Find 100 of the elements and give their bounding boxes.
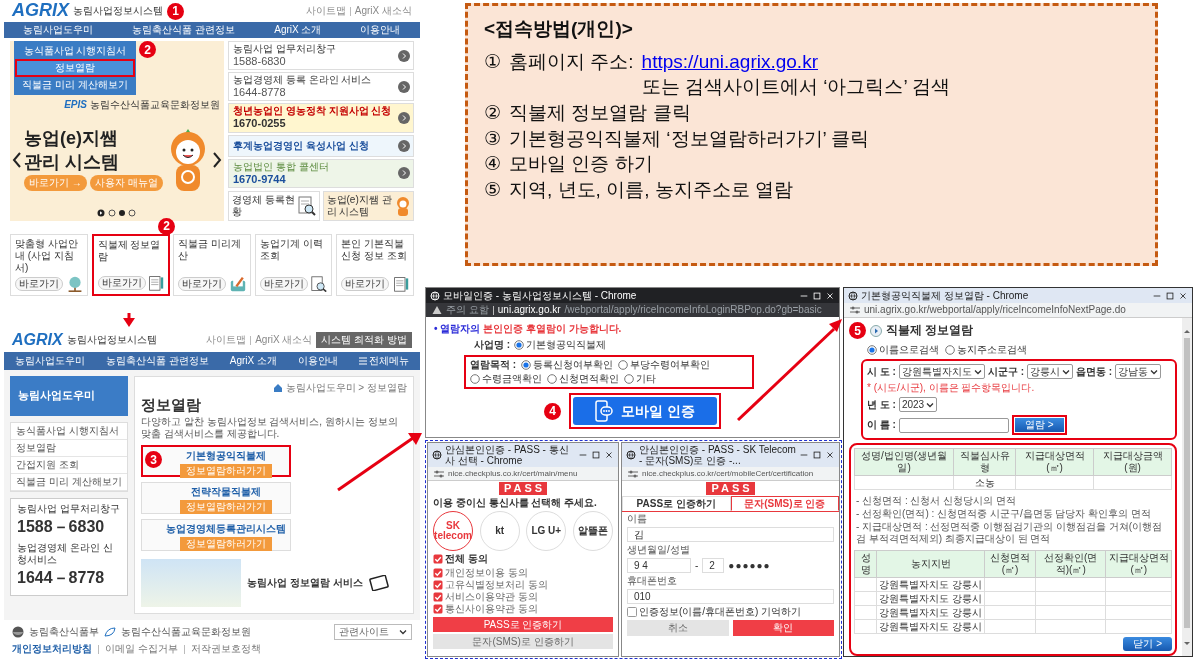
radio-button[interactable] bbox=[867, 345, 877, 355]
checkbox[interactable] bbox=[433, 580, 443, 591]
quick-card[interactable]: 맞춤형 사업안내 (사업 지침서) 바로가기 bbox=[10, 233, 88, 296]
nav-item[interactable]: 이용안내 bbox=[360, 24, 401, 36]
chevron-circle-icon bbox=[398, 111, 410, 124]
auth-button[interactable]: 문자(SMS)로 인증하기 bbox=[433, 634, 613, 650]
nav-item[interactable]: 농림축산식품 관련정보 bbox=[105, 355, 209, 367]
nav-item[interactable]: AgriX 소개 bbox=[274, 24, 322, 36]
radio-button[interactable] bbox=[624, 374, 634, 384]
checkbox[interactable] bbox=[433, 592, 443, 603]
top-link[interactable]: 사이트맵 bbox=[305, 5, 346, 17]
side-menu-item[interactable]: 간접지원 조회 bbox=[11, 457, 127, 474]
side-link[interactable]: 후계농업경영인 육성사업 신청 bbox=[228, 134, 414, 157]
name-field[interactable] bbox=[898, 417, 1009, 433]
shortcut-tile[interactable]: 농업(e)지쌤 관리 시스템 bbox=[322, 190, 414, 221]
close-button[interactable]: 닫기 > bbox=[1123, 637, 1172, 651]
nav-item[interactable]: 농림사업도우미 bbox=[14, 355, 85, 367]
name-field[interactable]: 김 bbox=[627, 527, 834, 543]
phone-field[interactable]: 010 bbox=[627, 589, 834, 605]
number-badge: 5 bbox=[849, 322, 866, 339]
related-sites-select[interactable]: 관련사이트 bbox=[334, 624, 412, 640]
auth-button[interactable]: 취소 bbox=[627, 620, 729, 637]
quick-card[interactable]: 본인 기본직불 신청 정보 조회 바로가기 bbox=[336, 233, 414, 296]
step-text: 기본형공익직불제 ‘정보열람하러가기’ 클릭 bbox=[509, 126, 870, 151]
radio-button[interactable] bbox=[618, 360, 629, 370]
tree-icon bbox=[66, 275, 83, 292]
url-link[interactable]: https://uni.agrix.go.kr bbox=[641, 48, 951, 75]
side-link[interactable]: 농림사업 업무처리창구 1588-6830 bbox=[228, 41, 414, 71]
shortcut-button[interactable]: 바로가기 bbox=[97, 275, 146, 290]
checkbox[interactable] bbox=[433, 604, 443, 615]
side-link[interactable]: 농업법인 통합 콜센터 1670-9744 bbox=[228, 158, 414, 188]
top-link[interactable]: AgriX 새소식 bbox=[255, 334, 313, 346]
side-menu-item[interactable]: 정보열람 bbox=[11, 440, 127, 457]
step-number: ② bbox=[484, 101, 502, 126]
view-button[interactable]: 열람 > bbox=[1014, 418, 1064, 432]
nav-item[interactable]: 이용안내 bbox=[298, 355, 339, 367]
shortcut-button[interactable]: 바로가기 bbox=[178, 276, 227, 291]
quick-card[interactable]: 직불제 정보열람 바로가기 bbox=[91, 233, 170, 296]
side-menu-item[interactable]: 농식품사업 시행지침서 bbox=[11, 423, 127, 440]
shortcut-tile[interactable]: 경영체 등록현황 bbox=[228, 190, 320, 221]
maximize-icon[interactable] bbox=[1165, 290, 1175, 301]
menu-item[interactable]: 직불금 미리 계산해보기 bbox=[16, 77, 134, 93]
checkbox[interactable] bbox=[433, 568, 443, 579]
option-label: 인증정보(이름/휴대폰번호) 기억하기 bbox=[639, 606, 802, 619]
quick-card[interactable]: 농업기계 이력 조회 바로가기 bbox=[254, 233, 333, 296]
radio-button[interactable] bbox=[470, 374, 480, 384]
quick-card[interactable]: 직불금 미리계산 바로가기 bbox=[173, 233, 251, 296]
select-field[interactable]: 강남동 bbox=[1115, 364, 1162, 379]
auth-button[interactable]: 확인 bbox=[732, 620, 834, 637]
address-bar[interactable]: 주의 요함 uni.agrix.go.kr /webportal/apply/riceIncomeInfoLoginRBPop.do?gb=basic bbox=[426, 303, 839, 317]
maximize-icon[interactable] bbox=[812, 450, 822, 460]
footer-link[interactable]: 저작권보호정책 bbox=[190, 643, 261, 655]
shortcut-button[interactable]: 바로가기 bbox=[341, 276, 390, 291]
mobile-auth-button[interactable]: 모바일 인증 bbox=[573, 397, 717, 425]
select-field[interactable]: 2023 bbox=[898, 397, 938, 412]
auth-button[interactable]: PASS로 인증하기 bbox=[433, 617, 613, 633]
chevron-left-icon[interactable] bbox=[12, 150, 22, 169]
radio-button[interactable] bbox=[514, 340, 525, 350]
note-text: - 지급대상면적 : 선정면적중 이행점검기관의 이행점검을 거쳐(이행점검 부적격면적제외) 최종지급대상이 된 면적 bbox=[856, 521, 1164, 545]
close-icon[interactable] bbox=[825, 290, 835, 301]
carousel-indicator bbox=[97, 208, 137, 217]
radio-button[interactable] bbox=[521, 360, 532, 370]
address-bar[interactable]: nice.checkplus.co.kr/cert/main/menu bbox=[428, 467, 618, 481]
side-link[interactable]: 청년농업인 영농정착 지원사업 신청 1670-0255 bbox=[228, 103, 414, 133]
side-menu-item[interactable]: 직불금 미리 계산해보기 bbox=[11, 474, 127, 491]
menu-link[interactable]: 전체메뉴 bbox=[359, 355, 410, 367]
footer-link[interactable]: 개인정보처리방침 bbox=[12, 643, 92, 655]
close-icon[interactable] bbox=[1178, 290, 1188, 301]
menu-icon bbox=[359, 357, 368, 365]
nav-item[interactable]: 농림축산식품 관련정보 bbox=[132, 24, 236, 36]
side-link[interactable]: 농업경영체 등록 온라인 서비스 1644-8778 bbox=[228, 72, 414, 102]
select-field[interactable]: 강원특별자치도 bbox=[898, 364, 985, 379]
tab[interactable]: PASS로 인증하기 bbox=[622, 496, 731, 512]
select-field[interactable]: 강릉시 bbox=[1027, 364, 1073, 379]
radio-button[interactable] bbox=[547, 374, 557, 384]
nav-item[interactable]: AgriX 소개 bbox=[229, 355, 277, 367]
address-bar[interactable]: uni.agrix.go.kr/webportal/apply/riceIncomeInfoNextPage.do bbox=[844, 303, 1192, 318]
warning-icon bbox=[432, 305, 442, 315]
maximize-icon[interactable] bbox=[812, 290, 822, 301]
menu-item[interactable]: 농식품사업 시행지침서 bbox=[16, 43, 134, 59]
tab[interactable]: 문자(SMS)로 인증 bbox=[730, 496, 839, 512]
nav-item[interactable]: 농림사업도우미 bbox=[23, 24, 94, 36]
tablet-icon bbox=[368, 575, 391, 591]
gender-field[interactable]: 2 bbox=[702, 558, 725, 574]
top-link[interactable]: AgriX 새소식 bbox=[354, 5, 412, 17]
radio-button[interactable] bbox=[945, 345, 955, 355]
optimize-button[interactable]: 시스템 최적화 방법 bbox=[316, 332, 412, 348]
chevron-right-icon[interactable] bbox=[212, 150, 222, 169]
shortcut-button[interactable]: 바로가기 bbox=[15, 276, 63, 291]
caret-icon bbox=[973, 367, 982, 376]
close-icon[interactable] bbox=[604, 450, 614, 460]
address-bar[interactable]: nice.checkplus.co.kr/cert/mobileCert/certification bbox=[622, 467, 839, 481]
shortcut-button[interactable]: 바로가기 bbox=[259, 276, 308, 291]
top-link[interactable]: 사이트맵 bbox=[206, 334, 247, 346]
footer-link[interactable]: 이메일 수집거부 bbox=[105, 643, 178, 655]
checkbox[interactable] bbox=[433, 554, 443, 565]
maximize-icon[interactable] bbox=[591, 450, 601, 460]
birthdate-field[interactable]: 9 4 bbox=[627, 558, 691, 574]
close-icon[interactable] bbox=[825, 450, 835, 460]
checkbox[interactable] bbox=[627, 607, 637, 618]
